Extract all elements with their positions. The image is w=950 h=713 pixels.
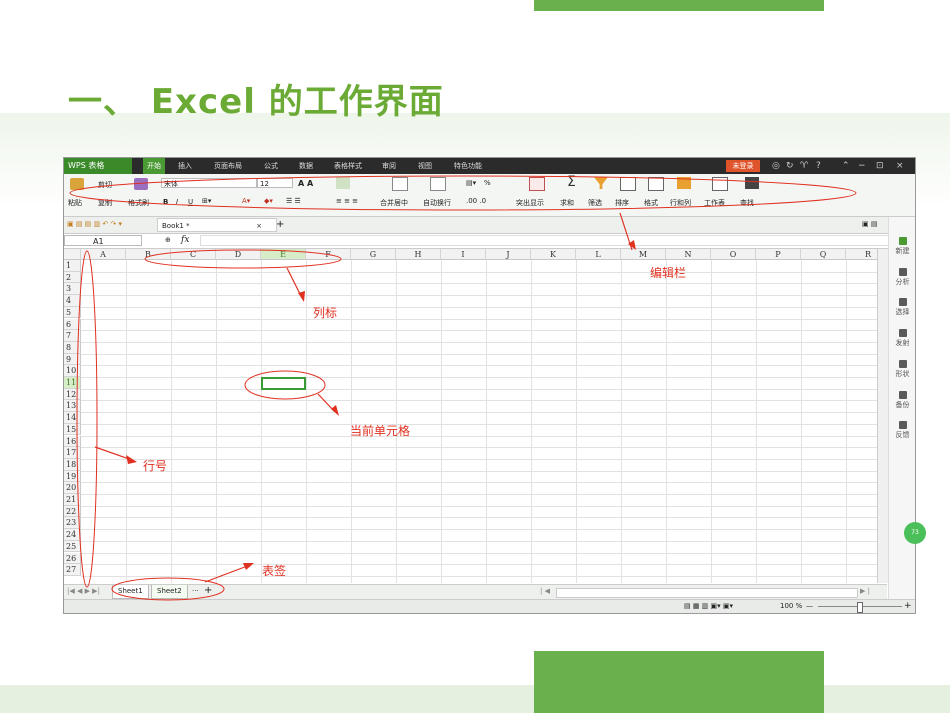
row-number-arrow (94, 446, 133, 461)
bottom-green-block (534, 651, 824, 713)
annotation-column-header: 列标 (313, 306, 338, 320)
current-cell-ellipse (244, 370, 326, 400)
annotation-overlay (69, 175, 857, 601)
annotation-row-number: 行号 (143, 459, 168, 473)
row-number-ellipse (76, 250, 98, 588)
sheet-tab-arrow (204, 564, 251, 583)
ribbon-highlight-ellipse (69, 175, 857, 211)
annotation-sheet-tab: 表签 (262, 564, 287, 578)
annotation-edit-bar: 编辑栏 (650, 266, 687, 280)
annotation-current-cell: 当前单元格 (350, 424, 411, 438)
column-header-ellipse (144, 249, 342, 269)
